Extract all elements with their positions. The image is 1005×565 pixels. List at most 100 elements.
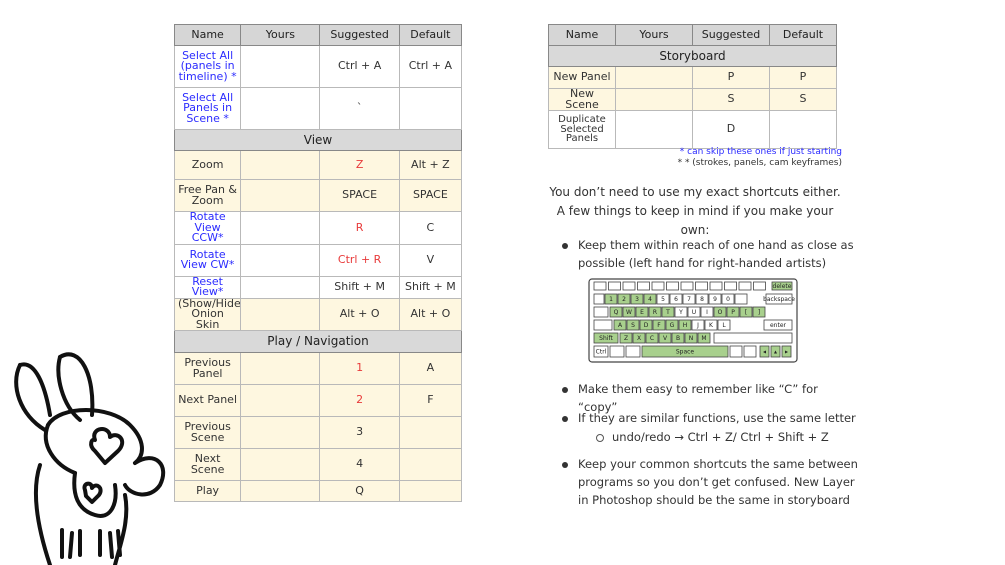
row-yours[interactable] [240,297,321,331]
table-row: Reset View* Shift + M Shift + M [173,275,463,299]
bullet-text: Keep them within reach of one hand as cl… [578,238,854,270]
heart-eye-icon [89,427,125,465]
function-key [666,281,679,291]
row-default [398,87,463,130]
row-suggested: 4 [319,448,400,481]
function-key [724,281,737,291]
bullet-dot-icon [562,416,568,422]
row-yours[interactable] [240,448,321,481]
row-yours[interactable] [240,45,321,88]
arrow-up-key-label: ▴ [774,349,777,356]
number-2-key-label: 2 [622,296,626,303]
row-name: Play [173,480,242,502]
table-row: (Show/Hide) Onion Skin Alt + O Alt + O [173,297,463,331]
bullet-item: If they are similar functions, use the s… [562,409,856,427]
row-default [769,110,837,149]
row-suggested: R [319,211,400,245]
table-row: Select All Panels in Scene * ` [173,87,463,130]
letter-C-key-label: C [650,335,654,342]
table-row: Zoom Z Alt + Z [173,150,463,180]
row-name: Next Panel [173,384,242,417]
header-name: Name [548,24,616,46]
tab-key [593,306,609,318]
row-yours[interactable] [240,87,321,130]
letter-E-key-label: E [640,309,644,316]
letter-N-key-label: N [689,335,694,342]
row-yours[interactable] [240,275,321,299]
row-suggested: 3 [319,416,400,449]
left-hand-fingers [60,528,82,559]
row-name: Rotate View CW* [173,243,242,277]
header-default: Default [398,24,463,46]
number-8-key-label: 8 [700,296,704,303]
row-yours[interactable] [615,66,693,89]
table-row: New Scene S S [548,88,837,111]
row-name: Rotate View CCW* [173,211,242,245]
table-row: Next Scene 4 [173,448,463,481]
row-default: C [398,211,463,245]
row-yours[interactable] [240,211,321,245]
letter-M-key-label: M [701,335,706,342]
letter-F-key-label: F [657,322,661,329]
letter-B-key-label: B [676,335,680,342]
row-name: New Scene [548,88,616,111]
backspace-key-label: backspace [763,296,795,303]
row-yours[interactable] [240,384,321,417]
keyboard-illustration: delete1 2 3 4 5 6 7 8 9 0 backspaceQ W E R T Y U I O P[]A S D… [588,278,798,363]
intro-text: You don’t need to use my exact shortcuts… [549,185,841,237]
table-row: Select All (panels in timeline) * Ctrl +… [173,45,463,88]
row-suggested: S [692,88,770,111]
function-key [593,281,607,291]
table-row: Previous Panel 1 A [173,352,463,385]
function-key [738,281,752,291]
number-3-key-label: 3 [635,296,639,303]
letter-I-key-label: I [706,309,708,316]
section-storyboard: Storyboard [548,45,837,67]
letter-Q-key-label: Q [614,309,619,316]
letter-G-key-label: G [670,322,675,329]
row-name: Select All Panels in Scene * [173,87,242,130]
row-yours[interactable] [240,352,321,385]
row-yours[interactable] [615,88,693,111]
alt-key [625,345,641,358]
minus-key [734,293,748,305]
row-default: S [769,88,837,111]
row-yours[interactable] [240,243,321,277]
row-suggested: Ctrl + R [319,243,400,277]
number-0-key-label: 0 [726,296,730,303]
function-key [680,281,694,291]
number-5-key-label: 5 [661,296,665,303]
row-yours[interactable] [240,480,321,502]
letter-J-key-label: J [696,322,699,329]
row-yours[interactable] [240,416,321,449]
row-default: P [769,66,837,89]
row-default [398,416,463,449]
header-default: Default [769,24,837,46]
row-default [398,480,463,502]
body-left-line [33,463,52,565]
table-row: Previous Scene 3 [173,416,463,449]
ctrl-right-key [743,345,757,358]
function-key [753,281,766,291]
row-suggested: Alt + O [319,297,400,331]
row-yours[interactable] [615,110,693,149]
number-4-key-label: 4 [648,296,652,303]
letter-W-key-label: W [626,309,632,316]
letter-]-key-label: ] [758,309,760,316]
delete-key-label: delete [773,283,792,290]
row-yours[interactable] [240,150,321,180]
function-key [608,281,621,291]
row-yours[interactable] [240,179,321,212]
row-suggested: P [692,66,770,89]
header-suggested: Suggested [692,24,770,46]
row-default: Shift + M [398,275,463,299]
section-play-navigation: Play / Navigation [174,330,462,353]
left-shortcuts-table: Name Yours Suggested Default Select All … [173,24,463,502]
paw-outline [123,456,166,497]
bullet-text: If they are similar functions, use the s… [578,411,856,425]
function-key [622,281,636,291]
row-name: Zoom [173,150,242,180]
bullet-dot-icon [562,462,568,468]
letter-T-key-label: T [665,309,670,316]
bullet-text: Keep your common shortcuts the same betw… [578,457,858,507]
